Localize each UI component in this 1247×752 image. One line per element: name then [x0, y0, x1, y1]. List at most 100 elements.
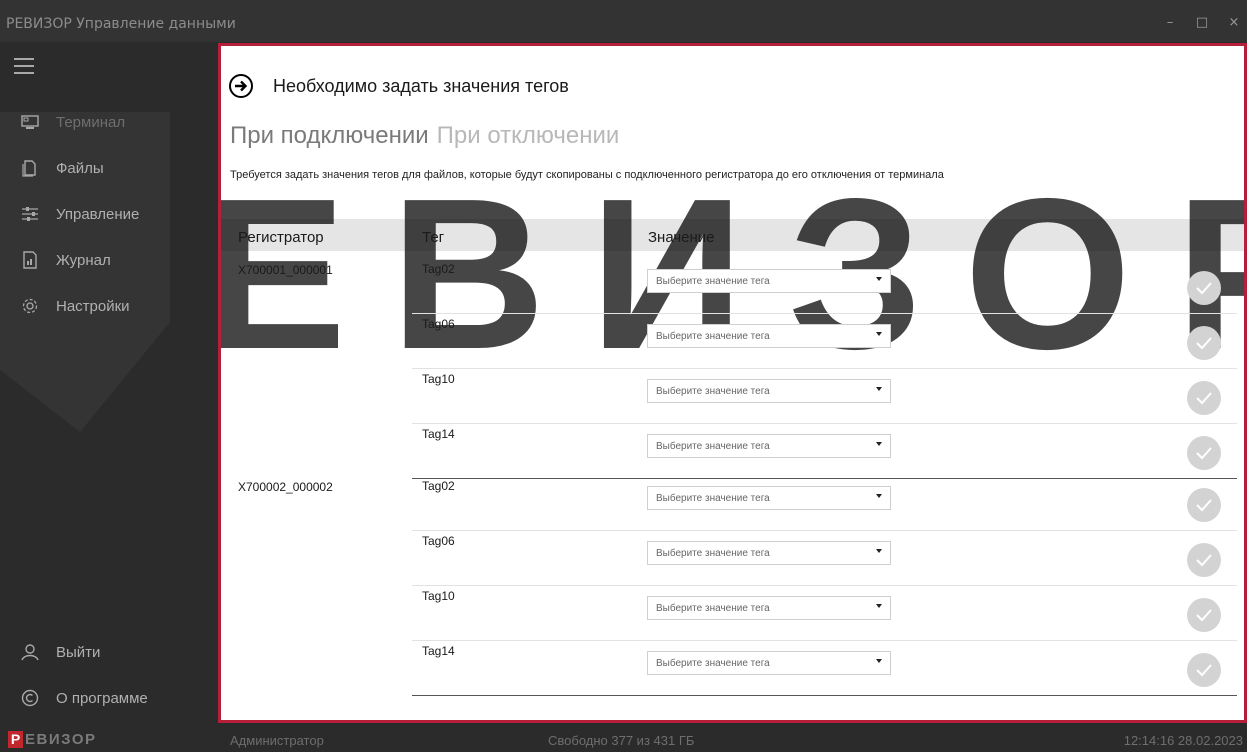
confirm-button[interactable]: [1187, 271, 1221, 305]
about-button[interactable]: О программе: [0, 678, 216, 718]
window-title: РЕВИЗОР Управление данными: [6, 16, 236, 32]
sliders-icon: [22, 207, 38, 221]
table-row: Tag02 Выберите значение тега: [221, 259, 1244, 314]
sidebar-item-label: Терминал: [56, 113, 126, 131]
status-bar: Р ЕВИЗОР Администратор Свободно 377 из 4…: [0, 726, 1247, 752]
confirm-button[interactable]: [1187, 381, 1221, 415]
check-icon: [1196, 282, 1212, 295]
tag-name: Tag06: [422, 534, 455, 548]
tag-name: Tag02: [422, 262, 455, 276]
tag-name: Tag10: [422, 372, 455, 386]
sidebar-item-settings[interactable]: Настройки: [0, 286, 216, 326]
maximize-button[interactable]: □: [1195, 16, 1209, 30]
table-row: Tag10 Выберите значение тега: [221, 369, 1244, 424]
sidebar-item-label: Управление: [56, 205, 140, 223]
user-icon: [21, 644, 39, 661]
check-icon: [1196, 664, 1212, 677]
status-user: Администратор: [230, 733, 324, 748]
sidebar: Терминал Файлы Управление Журнал Настрой…: [0, 42, 216, 726]
tag-name: Tag02: [422, 479, 455, 493]
tag-name: Tag10: [422, 589, 455, 603]
check-icon: [1196, 447, 1212, 460]
select-placeholder: Выберите значение тега: [656, 386, 770, 397]
confirm-button[interactable]: [1187, 543, 1221, 577]
tag-name: Tag14: [422, 427, 455, 441]
copyright-icon: [21, 689, 39, 707]
sidebar-item-label: Файлы: [56, 159, 104, 177]
minimize-button[interactable]: –: [1163, 16, 1177, 30]
select-placeholder: Выберите значение тега: [656, 331, 770, 342]
tab-on-connect[interactable]: При подключении: [230, 122, 429, 150]
table-row: Tag14 Выберите значение тега: [221, 641, 1244, 696]
sidebar-item-label: Журнал: [56, 251, 111, 269]
page-title: Необходимо задать значения тегов: [273, 75, 569, 96]
status-free-space: Свободно 377 из 431 ГБ: [548, 733, 695, 748]
confirm-button[interactable]: [1187, 653, 1221, 687]
tag-value-select[interactable]: Выберите значение тега: [647, 324, 891, 348]
check-icon: [1196, 609, 1212, 622]
chevron-down-icon: [876, 387, 882, 391]
sidebar-item-terminal[interactable]: Терминал: [0, 102, 216, 142]
tag-value-select[interactable]: Выберите значение тега: [647, 379, 891, 403]
tag-value-select[interactable]: Выберите значение тега: [647, 541, 891, 565]
chevron-down-icon: [876, 332, 882, 336]
chevron-down-icon: [876, 494, 882, 498]
sidebar-item-label: Выйти: [56, 643, 101, 661]
terminal-icon: [21, 115, 39, 129]
check-icon: [1196, 337, 1212, 350]
sidebar-item-files[interactable]: Файлы: [0, 148, 216, 188]
confirm-button[interactable]: [1187, 598, 1221, 632]
chevron-down-icon: [876, 659, 882, 663]
chevron-down-icon: [876, 604, 882, 608]
select-placeholder: Выберите значение тега: [656, 276, 770, 287]
confirm-button[interactable]: [1187, 436, 1221, 470]
tag-value-select[interactable]: Выберите значение тега: [647, 486, 891, 510]
tag-value-select[interactable]: Выберите значение тега: [647, 651, 891, 675]
tag-values-panel: ЕВИЗОР Необходимо задать значения тегов …: [218, 43, 1247, 723]
sidebar-item-management[interactable]: Управление: [0, 194, 216, 234]
confirm-button[interactable]: [1187, 326, 1221, 360]
check-icon: [1196, 392, 1212, 405]
select-placeholder: Выберите значение тега: [656, 441, 770, 452]
tag-value-select[interactable]: Выберите значение тега: [647, 269, 891, 293]
check-icon: [1196, 499, 1212, 512]
table-row: Tag06 Выберите значение тега: [221, 314, 1244, 369]
tag-value-select[interactable]: Выберите значение тега: [647, 434, 891, 458]
column-header-value: Значение: [648, 229, 715, 246]
sidebar-item-label: О программе: [56, 689, 148, 707]
journal-icon: [23, 251, 37, 269]
menu-icon[interactable]: [14, 58, 34, 74]
select-placeholder: Выберите значение тега: [656, 548, 770, 559]
files-icon: [22, 160, 36, 177]
window-controls: – □ ×: [1163, 16, 1241, 30]
check-icon: [1196, 554, 1212, 567]
chevron-down-icon: [876, 549, 882, 553]
tag-value-select[interactable]: Выберите значение тега: [647, 596, 891, 620]
logo-letter: Р: [8, 731, 23, 748]
gear-icon: [22, 298, 38, 314]
logo-text: ЕВИЗОР: [25, 731, 97, 748]
sidebar-item-journal[interactable]: Журнал: [0, 240, 216, 280]
app-logo: Р ЕВИЗОР: [8, 731, 97, 748]
title-bar[interactable]: РЕВИЗОР Управление данными – □ ×: [0, 0, 1247, 42]
table-row: Tag14 Выберите значение тега: [221, 424, 1244, 479]
table-row: Tag06 Выберите значение тега: [221, 531, 1244, 586]
app-window: РЕВИЗОР Управление данными – □ × Термина…: [0, 0, 1247, 752]
column-header-tag: Тег: [422, 229, 445, 246]
column-header-registrator: Регистратор: [238, 229, 324, 246]
select-placeholder: Выберите значение тега: [656, 603, 770, 614]
logout-button[interactable]: Выйти: [0, 632, 216, 672]
panel-header: Необходимо задать значения тегов: [229, 74, 569, 98]
table-row: Tag02 Выберите значение тега: [221, 476, 1244, 531]
tab-on-disconnect[interactable]: При отключении: [437, 122, 620, 150]
table-row: Tag10 Выберите значение тега: [221, 586, 1244, 641]
tag-name: Tag06: [422, 317, 455, 331]
chevron-down-icon: [876, 277, 882, 281]
group-divider: [412, 695, 1237, 696]
arrow-right-icon: [229, 74, 253, 98]
select-placeholder: Выберите значение тега: [656, 493, 770, 504]
close-button[interactable]: ×: [1227, 16, 1241, 30]
status-datetime: 12:14:16 28.02.2023: [1123, 733, 1243, 748]
sidebar-item-label: Настройки: [56, 297, 130, 315]
confirm-button[interactable]: [1187, 488, 1221, 522]
